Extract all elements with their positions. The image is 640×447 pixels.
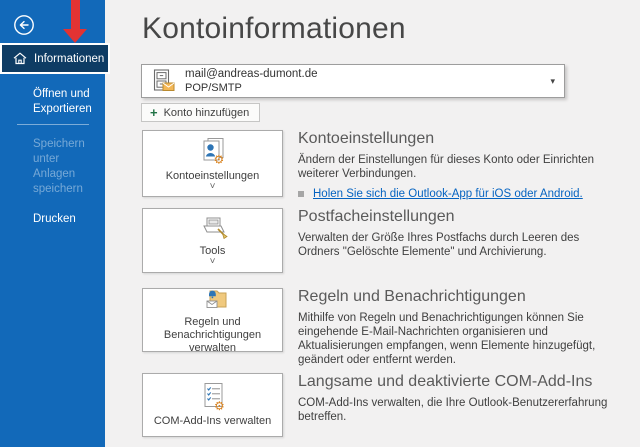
svg-text:⚙: ⚙: [214, 399, 225, 412]
sidebar-item-info-label: Informationen: [34, 52, 105, 65]
dropdown-caret-icon: ▾: [550, 75, 555, 86]
page-title: Kontoinformationen: [142, 12, 406, 45]
account-selector-text: mail@andreas-dumont.de POP/SMTP: [185, 67, 318, 95]
com-addins-button[interactable]: ⚙ COM-Add-Ins verwalten: [142, 373, 283, 437]
section-rules-alerts: Regeln und Benachrichtigungen verwalten …: [142, 285, 640, 366]
com-addins-heading: Langsame und deaktivierte COM-Add-Ins: [298, 373, 593, 390]
sidebar-divider: [17, 124, 89, 125]
mailbox-cleanup-icon: [197, 216, 229, 242]
account-information-panel: Kontoinformationen mail@andreas-dumont.d…: [105, 0, 640, 447]
section-account-settings: ⚙ Kontoeinstellungen ˅ Kontoeinstellunge…: [142, 130, 640, 200]
rules-alerts-text: Regeln und Benachrichtigungen Mithilfe v…: [298, 288, 618, 367]
mailbox-settings-text: Postfacheinstellungen Verwalten der Größ…: [298, 208, 618, 259]
com-addins-icon: ⚙: [199, 382, 227, 412]
rules-alerts-description: Mithilfe von Regeln und Benachrichtigung…: [298, 312, 596, 366]
back-arrow-icon: [13, 14, 35, 36]
mailbox-settings-heading: Postfacheinstellungen: [298, 208, 455, 225]
outlook-backstage-view: Öffnen und Exportieren Speichern unter A…: [0, 0, 640, 447]
section-com-addins: ⚙ COM-Add-Ins verwalten Langsame und dea…: [142, 373, 640, 437]
svg-text:⚙: ⚙: [213, 153, 224, 167]
rules-alerts-button-label: Regeln und Benachrichtigungen verwalten: [163, 316, 262, 354]
sidebar-item-info-selected[interactable]: Informationen: [0, 43, 110, 74]
outlook-app-link-row: Holen Sie sich die Outlook-App für iOS o…: [298, 188, 618, 200]
account-email: mail@andreas-dumont.de: [185, 68, 318, 80]
account-selector-dropdown[interactable]: mail@andreas-dumont.de POP/SMTP ▾: [141, 64, 565, 98]
account-settings-heading: Kontoeinstellungen: [298, 130, 435, 147]
tools-button[interactable]: Tools ˅: [142, 208, 283, 273]
rules-alerts-heading: Regeln und Benachrichtigungen: [298, 288, 526, 305]
home-icon: [13, 52, 27, 65]
rules-alerts-icon: [198, 285, 228, 313]
square-bullet-icon: [298, 191, 304, 197]
account-settings-icon: ⚙: [199, 137, 227, 167]
add-account-label: Konto hinzufügen: [163, 106, 250, 119]
account-settings-description: Ändern der Einstellungen für dieses Kont…: [298, 154, 594, 180]
section-mailbox-settings: Tools ˅ Postfacheinstellungen Verwalten …: [142, 208, 640, 273]
mailbox-settings-description: Verwalten der Größe Ihres Postfachs durc…: [298, 232, 580, 258]
back-button[interactable]: [13, 14, 35, 36]
sidebar-item-print[interactable]: Drucken: [33, 212, 97, 227]
outlook-app-link[interactable]: Holen Sie sich die Outlook-App für iOS o…: [313, 188, 583, 200]
com-addins-button-label: COM-Add-Ins verwalten: [153, 415, 272, 427]
sidebar-item-save-attachments: Anlagen speichern: [33, 168, 83, 195]
rules-alerts-button[interactable]: Regeln und Benachrichtigungen verwalten: [142, 285, 283, 354]
add-account-button[interactable]: + Konto hinzufügen: [141, 103, 261, 122]
com-addins-description: COM-Add-Ins verwalten, die Ihre Outlook-…: [298, 397, 608, 423]
account-settings-text: Kontoeinstellungen Ändern der Einstellun…: [298, 130, 618, 200]
chevron-down-icon: ˅: [209, 181, 216, 192]
account-protocol: POP/SMTP: [185, 82, 242, 94]
sidebar-item-save-as: Speichern unter: [33, 138, 85, 165]
account-settings-button[interactable]: ⚙ Kontoeinstellungen ˅: [142, 130, 283, 197]
chevron-down-icon: ˅: [209, 256, 216, 267]
plus-icon: +: [150, 105, 158, 120]
com-addins-text: Langsame und deaktivierte COM-Add-Ins CO…: [298, 373, 618, 424]
account-mailbox-icon: [153, 69, 175, 93]
sidebar-item-open-export[interactable]: Öffnen und Exportieren: [33, 87, 97, 117]
